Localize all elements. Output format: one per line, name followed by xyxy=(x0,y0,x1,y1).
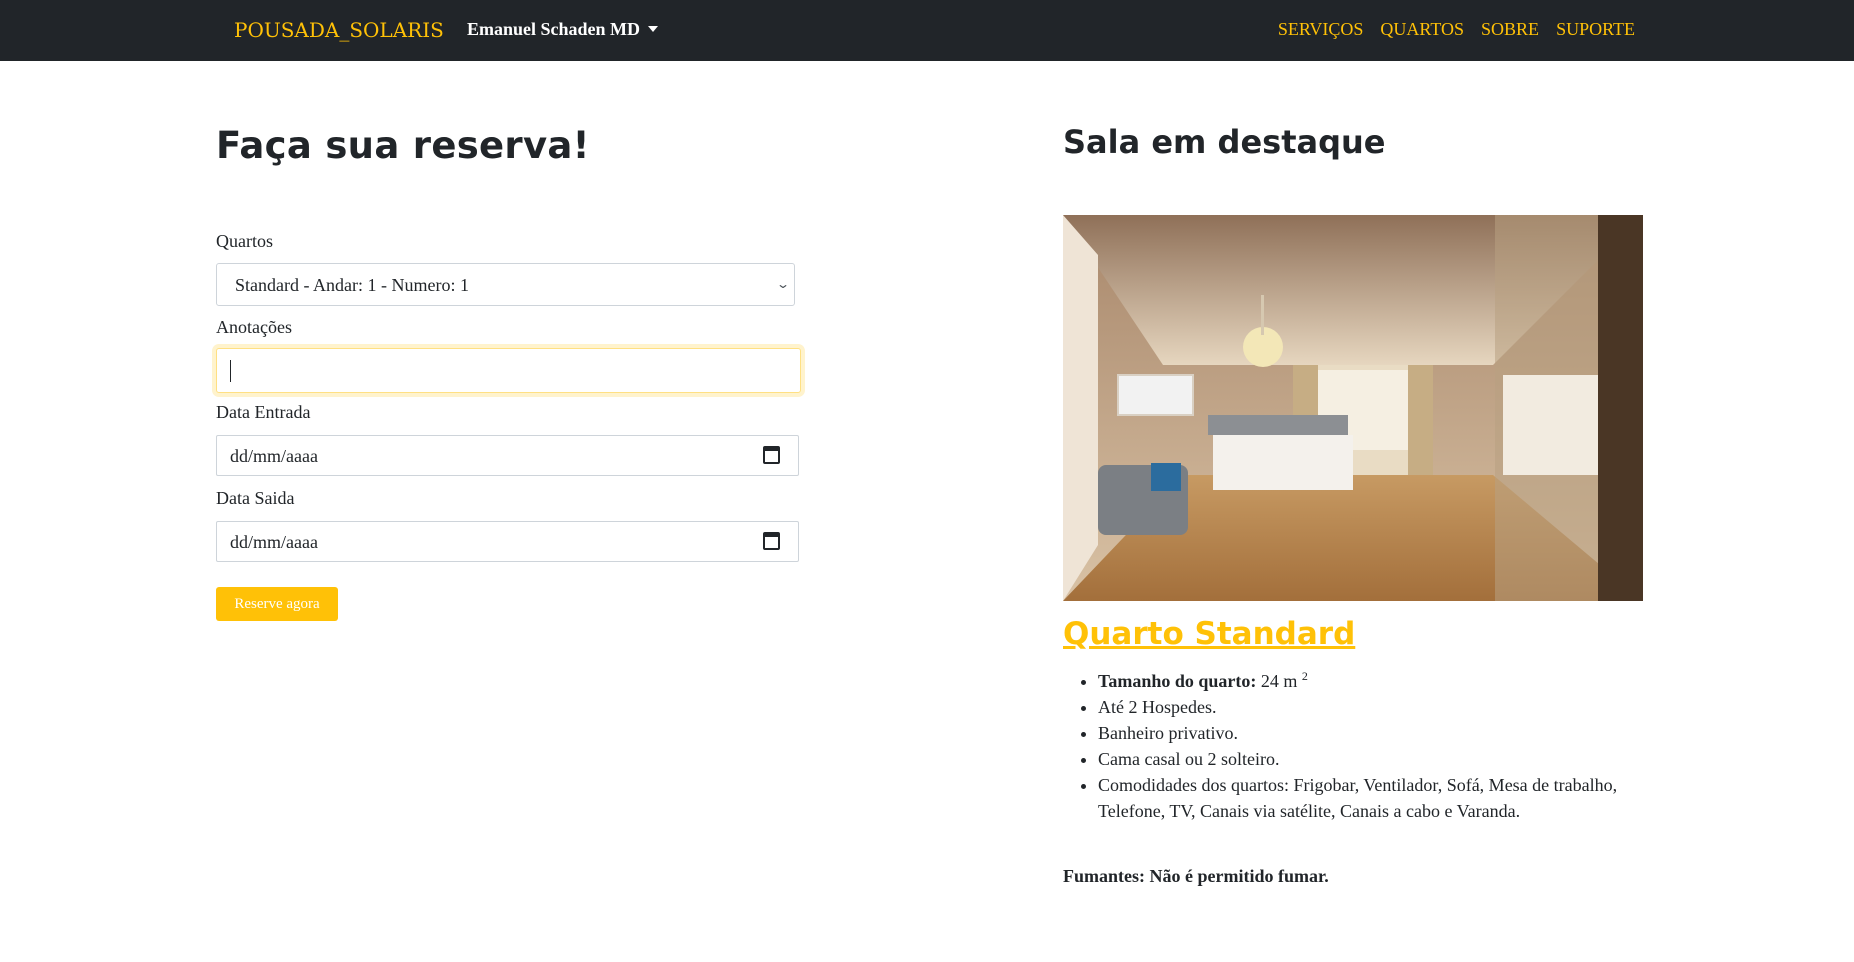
notes-label: Anotações xyxy=(216,317,292,337)
chevron-down-icon: ⌄ xyxy=(775,277,791,291)
rooms-select[interactable]: Standard - Andar: 1 - Numero: 1 ⌄ xyxy=(216,263,795,306)
nav-links: SERVIÇOS QUARTOS SOBRE SUPORTE xyxy=(1278,19,1635,40)
room-photo xyxy=(1063,215,1643,601)
checkin-value: dd/mm/aaaa xyxy=(230,446,318,466)
checkout-date-input[interactable]: dd/mm/aaaa xyxy=(216,521,799,562)
size-value: 24 m xyxy=(1260,671,1298,691)
calendar-icon[interactable] xyxy=(763,532,780,550)
user-name: Emanuel Schaden MD xyxy=(467,19,641,39)
rooms-selected-value: Standard - Andar: 1 - Numero: 1 xyxy=(235,275,469,295)
room-features-list: Tamanho do quarto: 24 m 2 Até 2 Hospedes… xyxy=(1098,663,1638,824)
calendar-icon[interactable] xyxy=(763,446,780,464)
user-dropdown-toggle[interactable]: Emanuel Schaden MD xyxy=(467,19,659,40)
list-item: Até 2 Hospedes. xyxy=(1098,694,1638,720)
nav-link-sobre[interactable]: SOBRE xyxy=(1481,19,1539,40)
brand-link[interactable]: POUSADA_SOLARIS xyxy=(234,18,444,42)
featured-heading: Sala em destaque xyxy=(1063,123,1386,161)
checkin-label: Data Entrada xyxy=(216,402,311,422)
list-item: Tamanho do quarto: 24 m 2 xyxy=(1098,663,1638,694)
list-item: Banheiro privativo. xyxy=(1098,720,1638,746)
list-item: Comodidades dos quartos: Frigobar, Venti… xyxy=(1098,772,1638,824)
list-item: Cama casal ou 2 solteiro. xyxy=(1098,746,1638,772)
nav-link-servicos[interactable]: SERVIÇOS xyxy=(1278,19,1364,40)
checkout-value: dd/mm/aaaa xyxy=(230,532,318,552)
reserve-now-button[interactable]: Reserve agora xyxy=(216,587,338,621)
nav-link-suporte[interactable]: SUPORTE xyxy=(1556,19,1635,40)
smoking-note: Fumantes: Não é permitido fumar. xyxy=(1063,866,1329,886)
room-title-link[interactable]: Quarto Standard xyxy=(1063,616,1355,652)
rooms-label: Quartos xyxy=(216,231,273,251)
size-label: Tamanho do quarto: xyxy=(1098,671,1257,691)
reservation-heading: Faça sua reserva! xyxy=(216,124,590,167)
notes-input[interactable] xyxy=(216,348,801,393)
checkout-label: Data Saida xyxy=(216,488,295,508)
size-unit-sup: 2 xyxy=(1301,669,1308,683)
top-navbar: POUSADA_SOLARIS Emanuel Schaden MD SERVI… xyxy=(0,0,1854,61)
nav-link-quartos[interactable]: QUARTOS xyxy=(1380,19,1464,40)
caret-down-icon xyxy=(648,26,659,32)
checkin-date-input[interactable]: dd/mm/aaaa xyxy=(216,435,799,476)
text-cursor xyxy=(230,360,231,382)
